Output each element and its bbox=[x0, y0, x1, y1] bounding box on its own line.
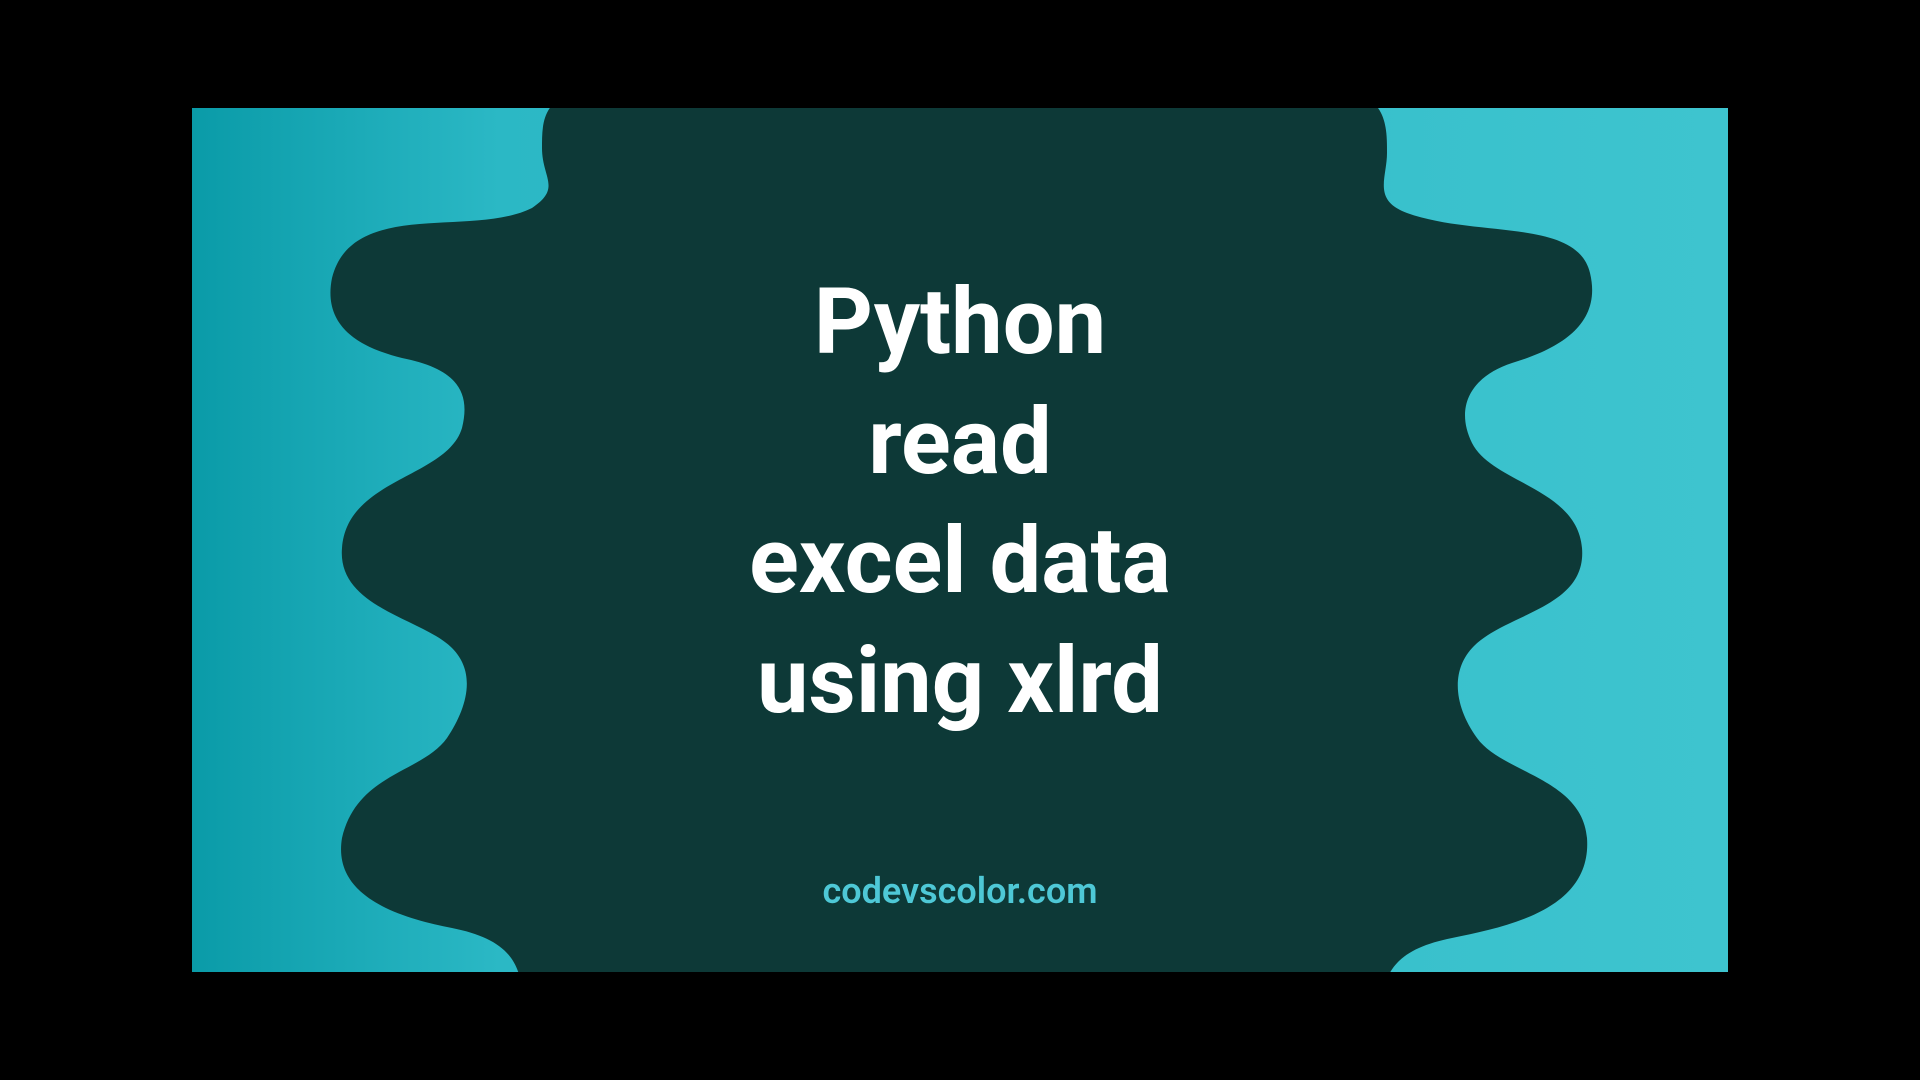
banner-graphic: Python read excel data using xlrd codevs… bbox=[192, 108, 1728, 972]
title-line-1: Python bbox=[192, 263, 1728, 383]
title-line-3: excel data bbox=[192, 502, 1728, 622]
title-line-2: read bbox=[192, 383, 1728, 503]
banner-title: Python read excel data using xlrd bbox=[192, 263, 1728, 741]
title-line-4: using xlrd bbox=[192, 622, 1728, 742]
attribution-text: codevscolor.com bbox=[192, 870, 1728, 912]
